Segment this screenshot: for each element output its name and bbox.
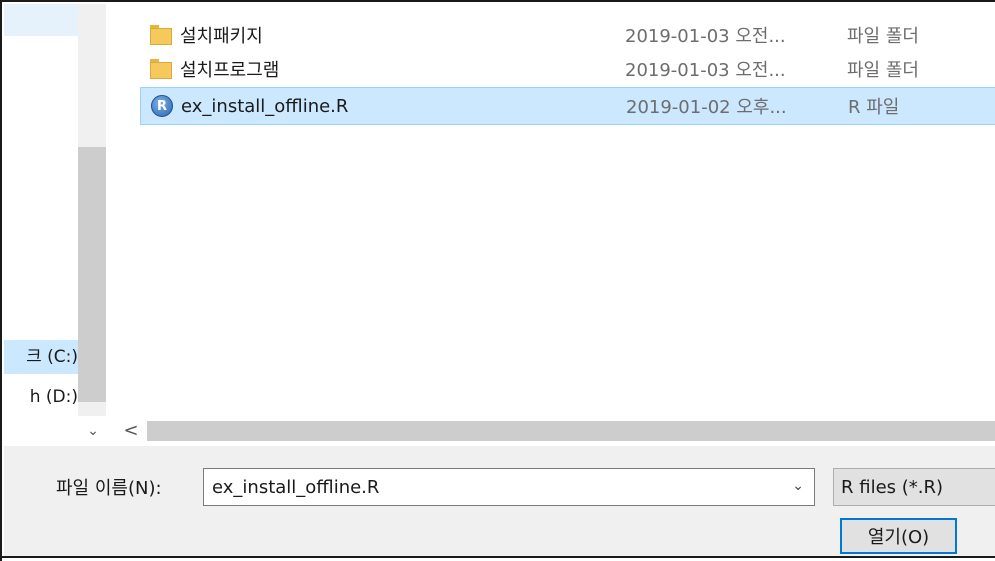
- chevron-down-icon[interactable]: ⌄: [792, 478, 804, 494]
- nav-item-drive-d[interactable]: h (D:): [4, 380, 80, 414]
- nav-item-drive-c[interactable]: 크 (C:): [4, 340, 80, 374]
- horizontal-scrollbar-thumb[interactable]: [147, 421, 995, 441]
- file-list: 설치패키지 2019-01-03 오전... 파일 폴더 설치프로그램 2019…: [107, 4, 995, 416]
- file-type: 파일 폴더: [847, 26, 919, 47]
- file-name: ex_install_offline.R: [181, 95, 349, 117]
- file-type-filter[interactable]: R files (*.R): [833, 468, 995, 506]
- open-button[interactable]: 열기(O): [840, 518, 957, 554]
- file-name: 설치프로그램: [180, 60, 280, 81]
- file-date: 2019-01-03 오전...: [625, 26, 786, 47]
- file-type-filter-value: R files (*.R): [841, 477, 944, 498]
- horizontal-scrollbar-row: ⌄ <: [4, 416, 995, 446]
- nav-scrollbar-thumb[interactable]: [78, 147, 106, 402]
- scroll-left-button[interactable]: <: [119, 418, 143, 442]
- nav-vertical-scrollbar[interactable]: [78, 4, 106, 416]
- dialog-border: [0, 556, 995, 558]
- r-file-icon: R: [151, 95, 173, 117]
- nav-item-partial[interactable]: [4, 4, 78, 36]
- filename-value: ex_install_offline.R: [212, 477, 380, 498]
- file-name: 설치패키지: [180, 26, 263, 47]
- filename-input[interactable]: ex_install_offline.R ⌄: [203, 468, 815, 506]
- r-logo: R: [151, 95, 173, 117]
- file-type: 파일 폴더: [847, 60, 919, 81]
- chevron-down-icon[interactable]: ⌄: [82, 420, 104, 442]
- file-row-selected[interactable]: R ex_install_offline.R 2019-01-02 오후... …: [140, 87, 995, 125]
- file-open-dialog: 크 (C:) h (D:) 설치패키지 2019-01-03 오전... 파일 …: [0, 0, 995, 561]
- file-row[interactable]: 설치프로그램 2019-01-03 오전... 파일 폴더: [140, 50, 995, 88]
- filename-label: 파일 이름(N):: [56, 478, 162, 499]
- nav-item-label: h (D:): [29, 387, 78, 407]
- dialog-footer: 파일 이름(N): ex_install_offline.R ⌄ R files…: [4, 446, 995, 558]
- folder-icon: [150, 58, 172, 80]
- file-date: 2019-01-03 오전...: [625, 60, 786, 81]
- nav-item-label: 크 (C:): [26, 347, 78, 367]
- folder-icon: [150, 24, 172, 46]
- file-date: 2019-01-02 오후...: [626, 97, 787, 118]
- horizontal-scrollbar[interactable]: [147, 421, 995, 441]
- file-row[interactable]: 설치패키지 2019-01-03 오전... 파일 폴더: [140, 16, 995, 54]
- file-type: R 파일: [848, 97, 900, 118]
